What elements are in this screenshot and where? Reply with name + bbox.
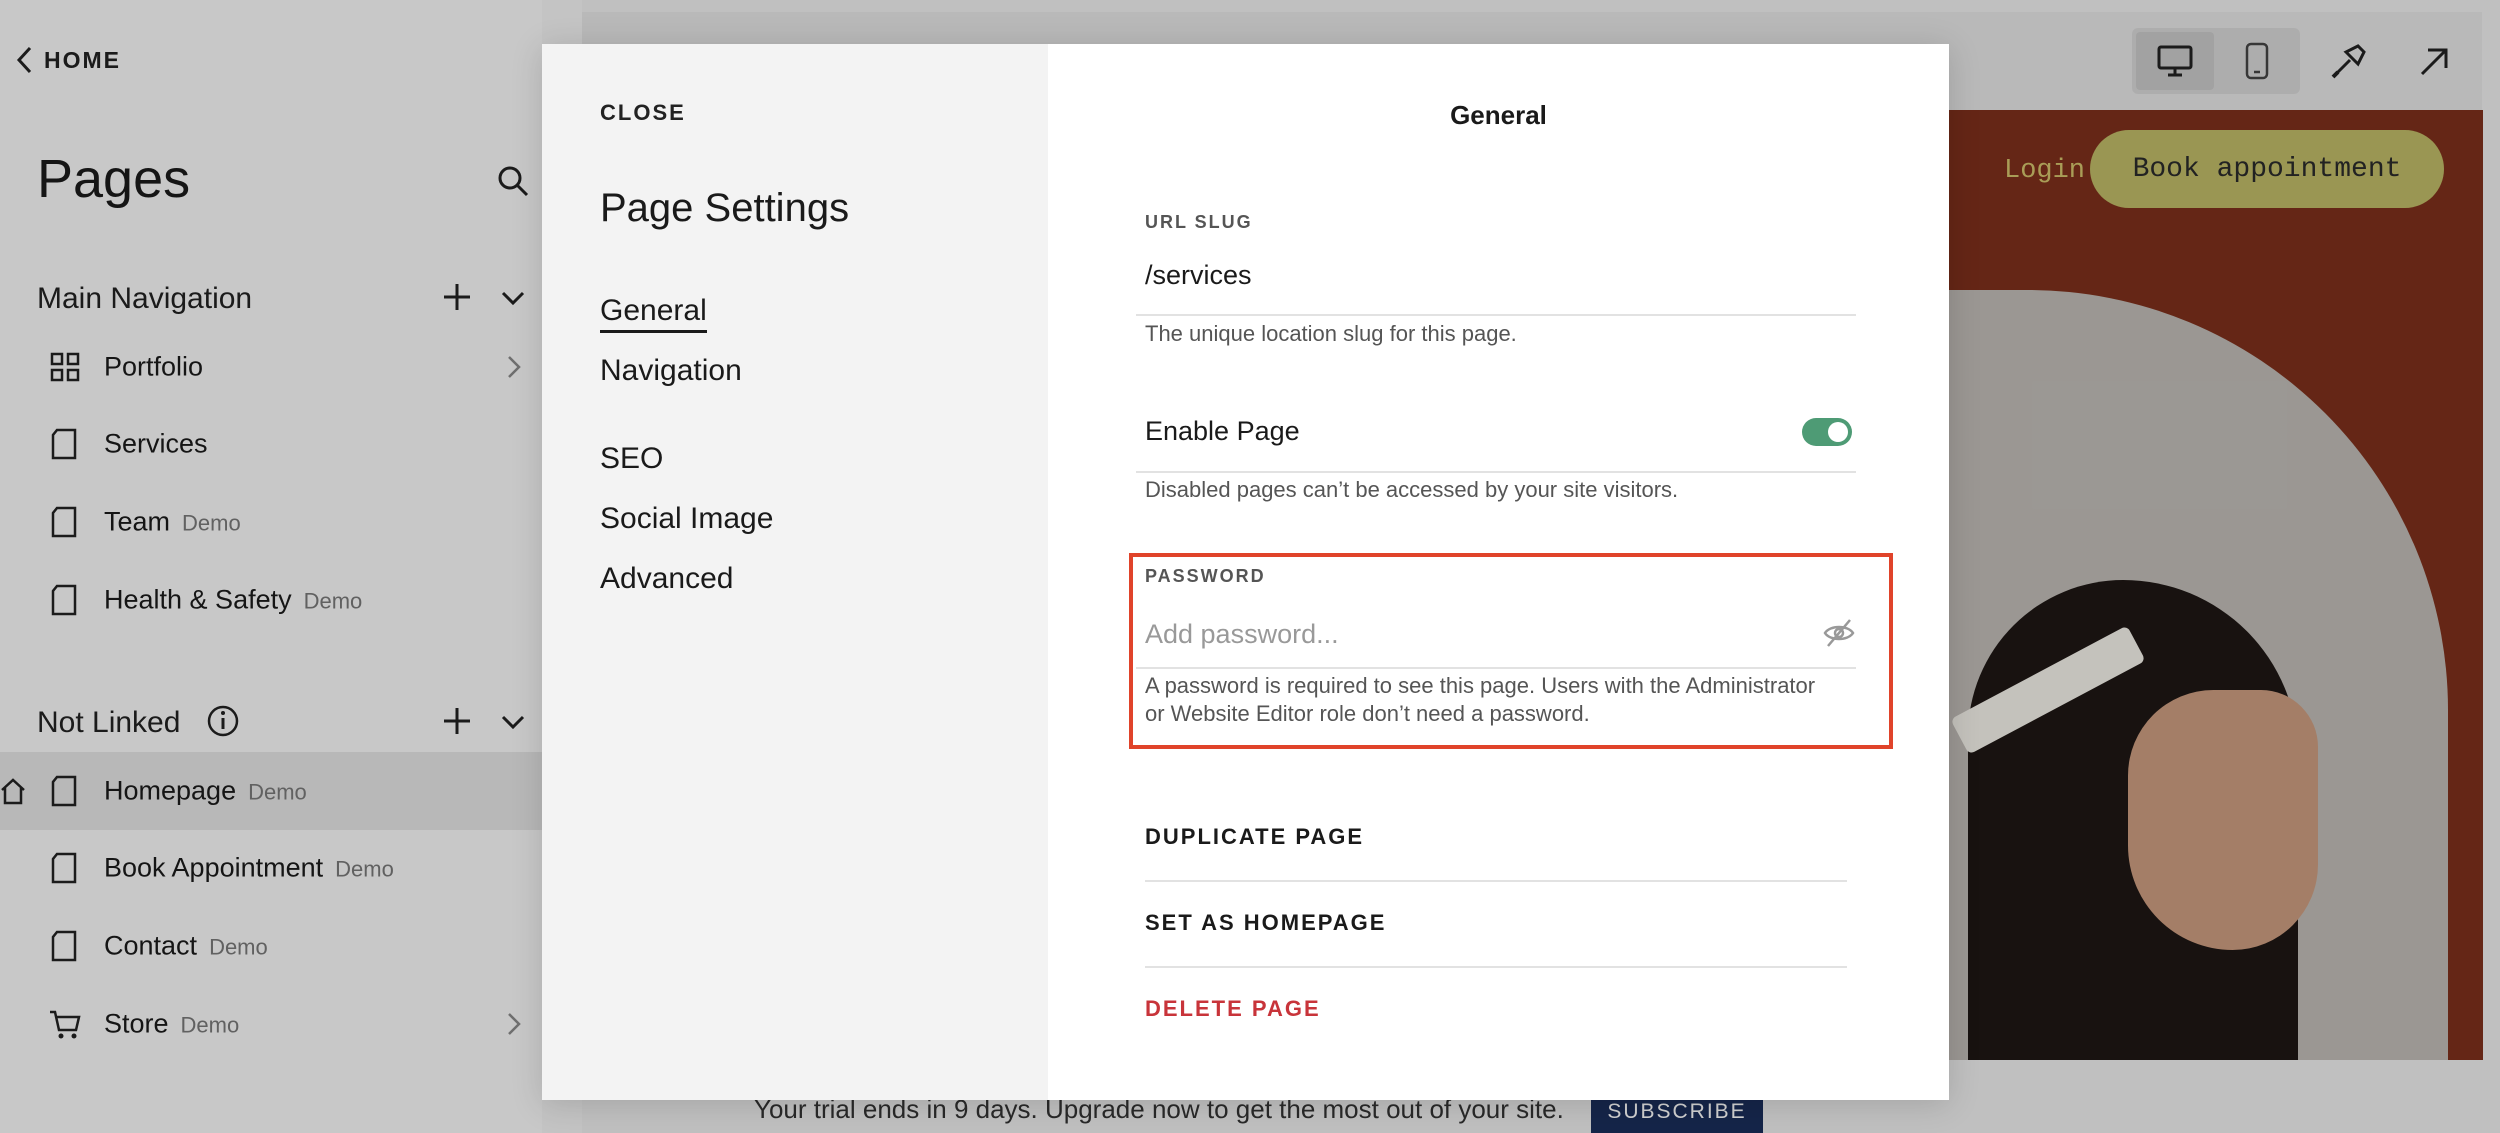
- panel-title: General: [1450, 100, 1547, 130]
- divider: [1136, 471, 1856, 473]
- menu-general[interactable]: General: [600, 294, 707, 333]
- enable-page-toggle[interactable]: [1802, 418, 1852, 446]
- divider: [1136, 314, 1856, 316]
- general-settings-panel: General URL SLUG /services The unique lo…: [1048, 44, 1949, 1100]
- page-settings-title: Page Settings: [600, 186, 850, 230]
- url-slug-field[interactable]: /services: [1145, 260, 1252, 291]
- duplicate-page-button[interactable]: DUPLICATE PAGE: [1145, 824, 1364, 850]
- menu-social-image[interactable]: Social Image: [600, 502, 773, 536]
- password-highlight-box: [1129, 553, 1893, 749]
- divider: [1145, 880, 1847, 882]
- delete-page-button[interactable]: DELETE PAGE: [1145, 996, 1321, 1022]
- menu-advanced[interactable]: Advanced: [600, 562, 733, 596]
- close-button[interactable]: CLOSE: [600, 100, 686, 126]
- menu-seo[interactable]: SEO: [600, 442, 663, 476]
- toggle-knob: [1828, 422, 1848, 442]
- enable-page-label: Enable Page: [1145, 416, 1300, 446]
- settings-menu-panel: CLOSE Page Settings General Navigation S…: [542, 44, 1048, 1100]
- set-as-homepage-button[interactable]: SET AS HOMEPAGE: [1145, 910, 1386, 936]
- divider: [1145, 966, 1847, 968]
- url-slug-help: The unique location slug for this page.: [1145, 321, 1517, 346]
- enable-page-help: Disabled pages can’t be accessed by your…: [1145, 477, 1679, 502]
- menu-navigation[interactable]: Navigation: [600, 354, 742, 388]
- page-settings-modal: CLOSE Page Settings General Navigation S…: [542, 44, 1949, 1100]
- url-slug-label: URL SLUG: [1145, 212, 1253, 232]
